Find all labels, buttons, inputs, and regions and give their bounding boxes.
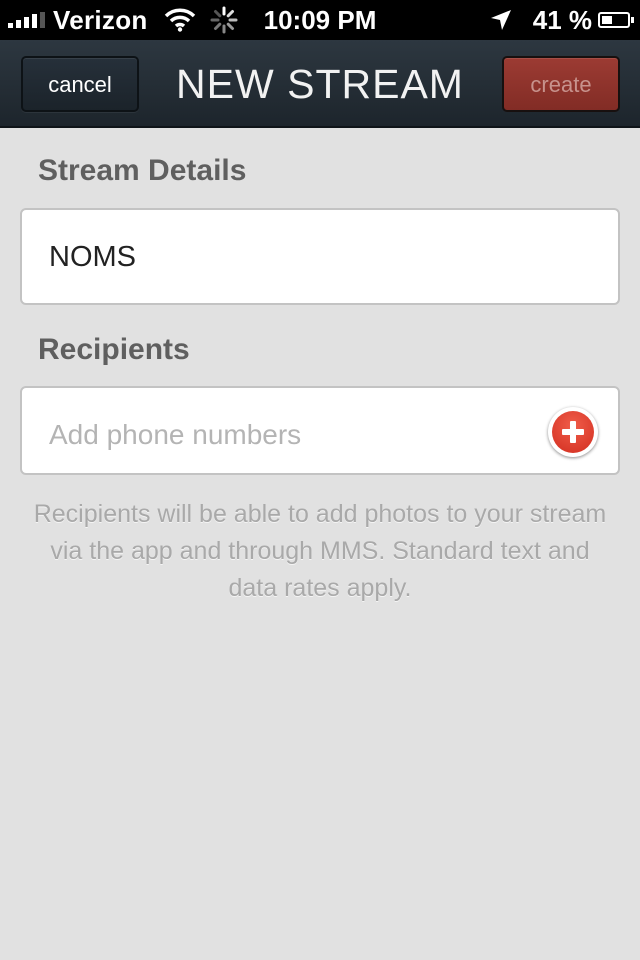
location-arrow-icon xyxy=(490,10,511,30)
stream-name-field[interactable]: NOMS xyxy=(20,208,620,305)
battery-percent: 41 % xyxy=(532,4,592,35)
phone-numbers-input[interactable]: Add phone numbers xyxy=(20,386,620,475)
stream-details-heading: Stream Details xyxy=(38,154,247,187)
recipients-help-text: Recipients will be able to add photos to… xyxy=(33,500,607,602)
phone-numbers-placeholder: Add phone numbers xyxy=(49,419,302,450)
navigation-bar: NEW STREAM cancel create xyxy=(0,40,640,128)
stream-name-value: NOMS xyxy=(49,241,136,273)
create-button[interactable]: create xyxy=(502,56,620,112)
battery-icon xyxy=(598,12,634,28)
add-recipient-button[interactable] xyxy=(548,407,598,457)
status-bar: Verizon 10:09 PM 41 % xyxy=(0,0,640,40)
cancel-button[interactable]: cancel xyxy=(21,56,139,112)
add-circle-icon xyxy=(552,411,594,453)
battery-level-fill xyxy=(602,16,612,24)
status-right: 41 % xyxy=(489,0,634,40)
recipients-heading: Recipients xyxy=(38,333,190,366)
